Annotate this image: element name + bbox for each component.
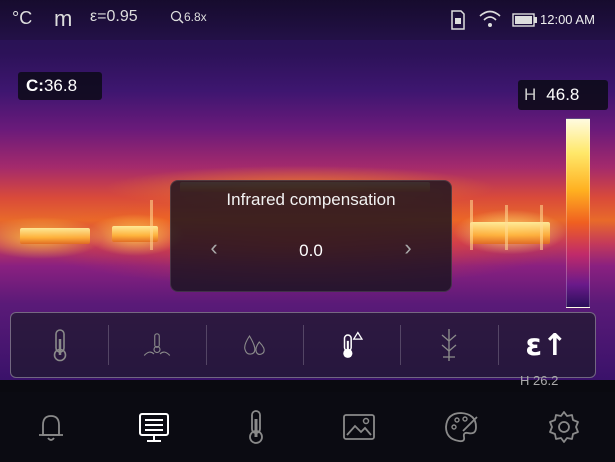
measurement-icon bbox=[249, 410, 264, 444]
settings-item-thermometer[interactable] bbox=[11, 313, 108, 377]
toolbar-image[interactable] bbox=[308, 392, 411, 462]
high-label: H bbox=[524, 85, 537, 104]
toolbar-display-mode[interactable] bbox=[103, 392, 206, 462]
center-temperature-readout: C:36.8 bbox=[18, 72, 102, 100]
emissivity-icon: ε↑ bbox=[525, 327, 568, 363]
toolbar-settings[interactable] bbox=[513, 392, 615, 462]
settings-item-infrared-compensation[interactable] bbox=[302, 313, 400, 377]
increase-arrow-icon[interactable]: › bbox=[393, 235, 423, 261]
display-mode-icon bbox=[138, 413, 169, 442]
hot-spot bbox=[470, 222, 550, 244]
hot-stripe bbox=[150, 200, 153, 250]
zoom-readout[interactable]: 6.8x bbox=[170, 10, 207, 24]
partial-high-readout: H 26.2 bbox=[520, 373, 559, 388]
settings-item-emissivity[interactable]: ε↑ bbox=[497, 313, 595, 377]
dialog-title: Infrared compensation bbox=[226, 190, 396, 209]
hot-stripe bbox=[540, 205, 543, 250]
humidity-icon bbox=[244, 334, 266, 355]
measurement-settings-row: ε↑ bbox=[10, 312, 596, 378]
clock: 12:00 AM bbox=[540, 12, 595, 27]
hot-stripe bbox=[470, 200, 473, 250]
high-value: 46.8 bbox=[546, 85, 580, 104]
temperature-unit[interactable]: °C bbox=[12, 8, 32, 29]
toolbar-alarm[interactable] bbox=[0, 392, 103, 462]
center-value: 36.8 bbox=[43, 76, 78, 95]
distance-unit[interactable]: m bbox=[54, 6, 72, 32]
toolbar-measurement[interactable] bbox=[205, 392, 308, 462]
toolbar-palette[interactable] bbox=[410, 392, 513, 462]
distance-icon bbox=[441, 329, 457, 361]
temperature-color-scale bbox=[566, 118, 590, 308]
infrared-compensation-icon bbox=[342, 331, 363, 358]
high-temperature-readout: H 46.8 bbox=[518, 80, 608, 110]
hot-stripe bbox=[505, 205, 508, 250]
hot-spot bbox=[20, 228, 90, 244]
status-bar: °C m ε=0.95 6.8x 12:00 AM bbox=[0, 0, 615, 40]
settings-item-humidity[interactable] bbox=[205, 313, 303, 377]
emissivity-readout[interactable]: ε=0.95 bbox=[90, 8, 138, 26]
wifi-icon bbox=[479, 10, 501, 27]
image-icon bbox=[342, 414, 375, 440]
alarm-bell-icon bbox=[39, 415, 64, 441]
battery-icon bbox=[512, 13, 537, 27]
settings-item-distance[interactable] bbox=[400, 313, 497, 377]
center-label: C: bbox=[26, 76, 44, 95]
palette-icon bbox=[445, 412, 478, 443]
infrared-compensation-dialog: Infrared compensation ‹ 0.0 › bbox=[170, 180, 452, 292]
magnifier-icon bbox=[170, 10, 184, 24]
sd-card-icon bbox=[451, 10, 465, 30]
settings-gear-icon bbox=[548, 411, 579, 443]
zoom-value: 6.8x bbox=[184, 10, 207, 24]
thermometer-icon bbox=[53, 329, 66, 362]
reflected-temperature-icon bbox=[143, 333, 171, 356]
bottom-toolbar bbox=[0, 392, 615, 462]
settings-item-reflected-temperature[interactable] bbox=[108, 313, 205, 377]
